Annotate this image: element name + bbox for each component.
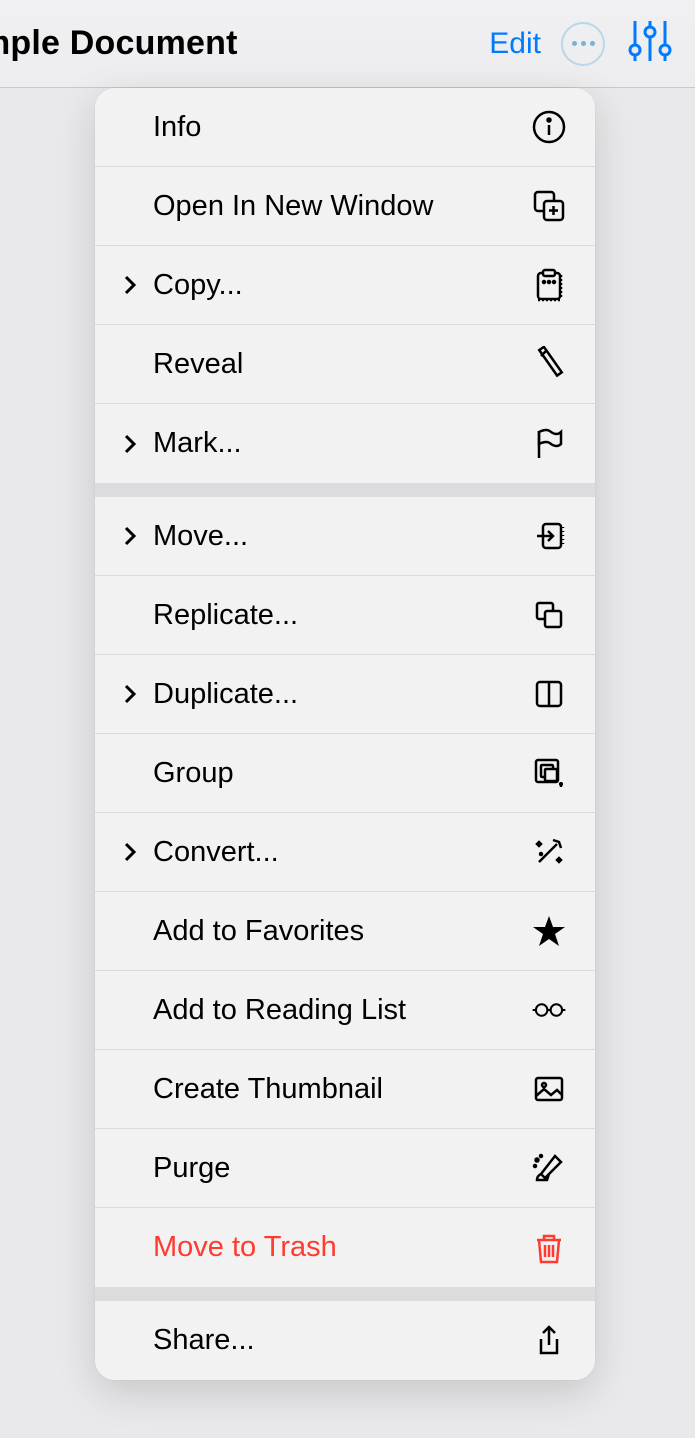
menu-label: Replicate... [153, 599, 529, 632]
menu-label: Move to Trash [153, 1231, 529, 1264]
menu-label: Add to Reading List [153, 994, 529, 1027]
share-icon [529, 1321, 569, 1361]
menu-label: Create Thumbnail [153, 1073, 529, 1106]
edit-button[interactable]: Edit [489, 27, 541, 61]
chevron-right-icon [121, 435, 139, 453]
menu-label: Duplicate... [153, 678, 529, 711]
context-menu: Info Open In New Window Copy... Reveal [95, 88, 595, 1380]
star-icon [529, 911, 569, 951]
menu-item-create-thumbnail[interactable]: Create Thumbnail [95, 1050, 595, 1129]
menu-item-purge[interactable]: Purge [95, 1129, 595, 1208]
more-button[interactable] [561, 22, 605, 66]
menu-section-3: Share... [95, 1301, 595, 1380]
menu-label: Mark... [153, 427, 529, 460]
menu-label: Move... [153, 520, 529, 553]
glasses-icon [529, 990, 569, 1030]
menu-label: Open In New Window [153, 190, 529, 223]
menu-item-replicate[interactable]: Replicate... [95, 576, 595, 655]
move-icon [529, 516, 569, 556]
menu-label: Add to Favorites [153, 915, 529, 948]
menu-item-move[interactable]: Move... [95, 497, 595, 576]
menu-section-1: Info Open In New Window Copy... Reveal [95, 88, 595, 483]
menu-label: Group [153, 757, 529, 790]
menu-item-mark[interactable]: Mark... [95, 404, 595, 483]
sliders-icon[interactable] [625, 18, 675, 69]
menu-label: Share... [153, 1324, 529, 1357]
menu-section-2: Move... Replicate... Duplicate... Group [95, 497, 595, 1287]
page-title: mple Document [0, 24, 238, 63]
menu-label: Reveal [153, 348, 529, 381]
menu-label: Purge [153, 1152, 529, 1185]
menu-item-share[interactable]: Share... [95, 1301, 595, 1380]
thumbnail-icon [529, 1069, 569, 1109]
info-icon [529, 107, 569, 147]
purge-icon [529, 1148, 569, 1188]
chevron-right-icon [121, 685, 139, 703]
trash-icon [529, 1228, 569, 1268]
flashlight-icon [529, 344, 569, 384]
menu-item-reveal[interactable]: Reveal [95, 325, 595, 404]
menu-item-group[interactable]: Group [95, 734, 595, 813]
convert-icon [529, 832, 569, 872]
new-window-icon [529, 186, 569, 226]
menu-item-move-to-trash[interactable]: Move to Trash [95, 1208, 595, 1287]
menu-item-copy[interactable]: Copy... [95, 246, 595, 325]
menu-item-add-favorites[interactable]: Add to Favorites [95, 892, 595, 971]
menu-label: Info [153, 111, 529, 144]
menu-item-info[interactable]: Info [95, 88, 595, 167]
group-icon [529, 753, 569, 793]
chevron-right-icon [121, 527, 139, 545]
chevron-right-icon [121, 276, 139, 294]
menu-divider [95, 483, 595, 497]
replicate-icon [529, 595, 569, 635]
menu-item-duplicate[interactable]: Duplicate... [95, 655, 595, 734]
menu-item-open-new-window[interactable]: Open In New Window [95, 167, 595, 246]
ellipsis-icon [572, 41, 595, 46]
chevron-right-icon [121, 843, 139, 861]
menu-divider [95, 1287, 595, 1301]
menu-label: Convert... [153, 836, 529, 869]
menu-item-convert[interactable]: Convert... [95, 813, 595, 892]
clipboard-icon [529, 265, 569, 305]
menu-item-add-reading-list[interactable]: Add to Reading List [95, 971, 595, 1050]
duplicate-icon [529, 674, 569, 714]
header-actions: Edit [489, 18, 675, 69]
menu-label: Copy... [153, 269, 529, 302]
header: mple Document Edit [0, 0, 695, 88]
flag-icon [529, 424, 569, 464]
